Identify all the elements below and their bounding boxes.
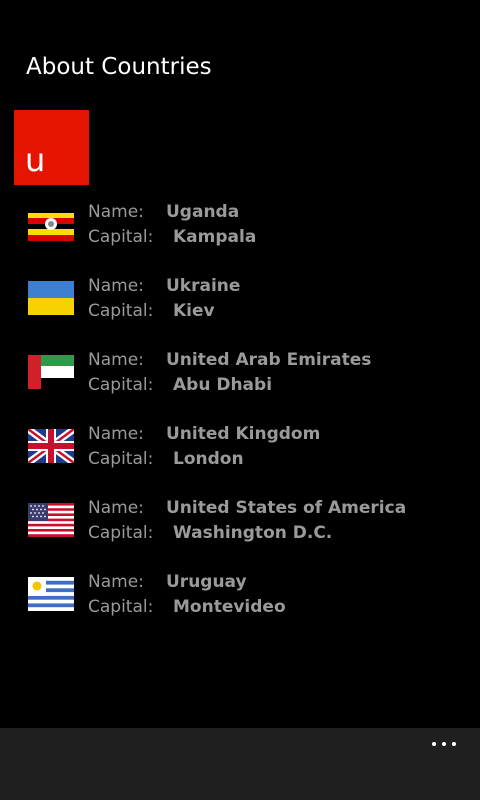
country-name: Uruguay — [166, 572, 247, 592]
country-name: United States of America — [166, 498, 407, 518]
group-header-tile[interactable]: u — [14, 110, 89, 185]
name-label: Name: — [88, 276, 144, 296]
country-capital: Abu Dhabi — [173, 375, 273, 395]
name-label: Name: — [88, 572, 144, 592]
uruguay-flag-icon — [28, 577, 74, 611]
list-item[interactable]: Name: Capital: Ukraine Kiev — [0, 274, 480, 334]
capital-label: Capital: — [88, 523, 154, 543]
usa-flag-icon — [28, 503, 74, 537]
country-name: United Kingdom — [166, 424, 321, 444]
country-name: Uganda — [166, 202, 240, 222]
capital-label: Capital: — [88, 375, 154, 395]
uganda-flag-icon — [28, 207, 74, 241]
country-capital: Washington D.C. — [173, 523, 333, 543]
uk-flag-icon — [28, 429, 74, 463]
country-name: Ukraine — [166, 276, 241, 296]
capital-label: Capital: — [88, 449, 154, 469]
list-item[interactable]: Name: Capital: United Arab Emirates Abu … — [0, 348, 480, 408]
ukraine-flag-icon — [28, 281, 74, 315]
capital-label: Capital: — [88, 227, 154, 247]
country-capital: Montevideo — [173, 597, 286, 617]
page-title: About Countries — [26, 54, 212, 80]
list-item[interactable]: Name: Capital: Uruguay Montevideo — [0, 570, 480, 630]
country-name: United Arab Emirates — [166, 350, 372, 370]
list-item[interactable]: Name: Capital: United States of America … — [0, 496, 480, 556]
capital-label: Capital: — [88, 301, 154, 321]
more-ellipsis-icon[interactable] — [430, 736, 460, 750]
country-capital: London — [173, 449, 244, 469]
name-label: Name: — [88, 202, 144, 222]
capital-label: Capital: — [88, 597, 154, 617]
name-label: Name: — [88, 424, 144, 444]
name-label: Name: — [88, 350, 144, 370]
group-letter: u — [25, 141, 46, 179]
name-label: Name: — [88, 498, 144, 518]
uae-flag-icon — [28, 355, 74, 389]
app-bar — [0, 728, 480, 800]
list-item[interactable]: Name: Capital: Uganda Kampala — [0, 200, 480, 260]
country-capital: Kampala — [173, 227, 257, 247]
country-capital: Kiev — [173, 301, 215, 321]
list-item[interactable]: Name: Capital: United Kingdom London — [0, 422, 480, 482]
